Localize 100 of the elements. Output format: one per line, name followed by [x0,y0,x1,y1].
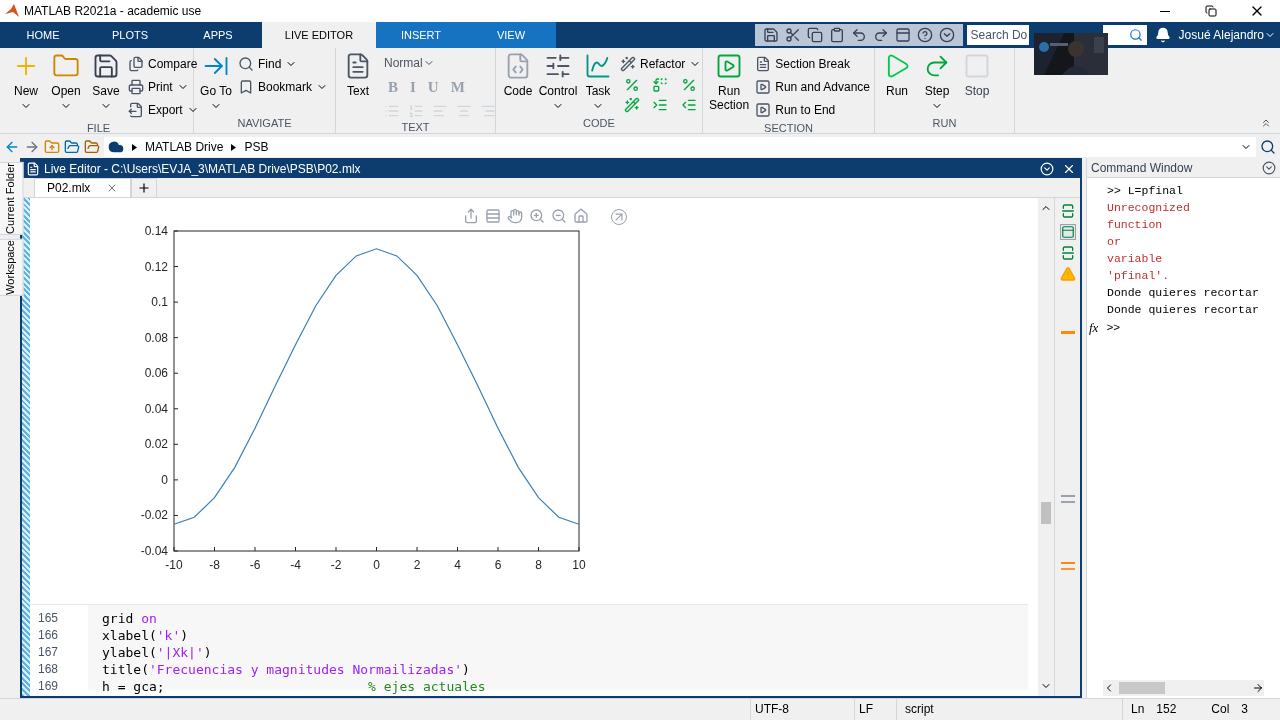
ribbon-small-button[interactable]: Run to End [755,100,870,120]
window-icon[interactable] [894,27,911,43]
warning-icon[interactable] [1059,266,1076,282]
export-icon[interactable] [463,208,479,224]
document-tab[interactable]: P02.mlx [34,178,132,197]
y-tick-label: 0.02 [144,437,168,452]
command-prompt: >> [1106,320,1121,337]
side-tab[interactable]: Workspace [0,238,24,296]
ribbon-small-button[interactable]: Print [128,77,199,97]
ribbon-tab[interactable]: INSERT [376,22,466,48]
output-right-icon[interactable] [1059,224,1076,240]
ribbon-button[interactable]: Task [580,52,616,112]
y-tick-label: 0.1 [151,295,168,310]
breadcrumb-item[interactable]: MATLAB Drive [145,138,224,156]
ribbon-small-button[interactable]: Find [238,54,329,74]
outdent-icon[interactable] [680,97,697,113]
search-icon[interactable] [1260,139,1276,155]
search-button[interactable] [1102,25,1147,45]
clipboard-icon[interactable] [828,27,845,43]
user-menu[interactable]: Josué Alejandro [1178,26,1280,44]
search-field[interactable]: Search Do [966,25,1029,45]
ribbon-small-button[interactable]: Bookmark [238,77,329,97]
ribbon-button[interactable]: Run Section [707,52,752,112]
ribbon-button[interactable]: Open [48,52,84,112]
replace-icon[interactable] [652,77,669,93]
ribbon-button[interactable]: Control [540,52,576,112]
x-tick-label: 2 [413,558,421,572]
x-tick-label: -4 [290,558,301,572]
line-number: 167 [37,644,60,661]
new-tab-button[interactable] [131,178,158,197]
group-title: TEXT [401,119,430,135]
search-icon [238,56,254,72]
ribbon-tab[interactable]: APPS [174,22,262,48]
ribbon-small-button[interactable]: Section Break [755,54,870,74]
line-number: 165 [37,610,60,627]
code-line: title('Frecuencias y magnitudes Normailizadas') [102,661,471,678]
forward-icon[interactable] [24,139,40,155]
folder-icon[interactable] [64,139,80,155]
marker-line [1060,495,1075,497]
ribbon-small-button[interactable]: Export [128,100,199,120]
function-icon[interactable]: fx [1089,318,1099,338]
collapse-icon[interactable] [1260,117,1272,129]
horizontal-scrollbar[interactable] [1103,680,1264,696]
breadcrumb-arrow-icon [132,143,137,151]
browse-folder-icon[interactable] [84,139,100,155]
ribbon-button[interactable]: Save [88,52,124,112]
ribbon-button[interactable]: New [8,52,44,112]
smart-indent-icon[interactable] [624,97,640,113]
redo-icon[interactable] [872,27,889,43]
output-inline-icon[interactable] [1059,203,1076,219]
y-tick-label: -0.04 [140,544,168,558]
ribbon-small-button[interactable]: Run and Advance [755,77,870,97]
copy-icon[interactable] [806,27,823,43]
close-icon[interactable] [1062,162,1076,176]
percent-icon[interactable] [624,77,640,93]
undo-icon[interactable] [850,27,867,43]
ribbon-button[interactable]: Go To [198,52,234,112]
column-label: Col [1211,701,1230,718]
zoom-out-icon[interactable] [551,208,567,224]
ribbon-button[interactable]: Step [919,52,955,112]
cloud-icon [108,139,124,155]
console-line: 'pfinal'. [1107,268,1171,284]
line-label: Ln [1131,701,1145,718]
code-line: h = gca; % ejes actuales [102,678,486,695]
ribbon-tab[interactable]: PLOTS [86,22,174,48]
ribbon-button[interactable]: Run [879,52,915,98]
line-ending-status: LF [854,699,896,720]
x-tick-label: 4 [454,558,461,572]
bell-icon[interactable] [1154,27,1171,43]
scissors-icon[interactable] [784,27,801,43]
vertical-scrollbar[interactable] [1038,198,1054,696]
help-icon[interactable] [916,27,933,43]
pan-hand-icon[interactable] [507,208,523,224]
breadcrumb-arrow-icon [231,143,237,151]
path-field[interactable]: MATLAB Drive PSB [104,137,1256,157]
dropdown-circle-icon[interactable] [938,27,955,43]
data-tips-icon[interactable] [485,208,501,224]
ribbon-button[interactable]: Code [500,52,536,98]
ribbon-tab[interactable]: VIEW [466,22,556,48]
x-tick-label: -2 [330,558,342,572]
folder-up-icon[interactable] [44,139,60,155]
panel-title: Command Window [1091,159,1193,177]
indent-icon[interactable] [652,97,669,113]
console-line: variable [1107,251,1164,267]
x-tick-label: 6 [494,558,502,572]
side-tab[interactable]: Current Folder [0,162,24,235]
ribbon-small-button[interactable]: Compare [128,54,199,74]
zoom-in-icon[interactable] [529,208,545,224]
marker-line [1060,562,1075,564]
ribbon-small-button[interactable]: Refactor [620,54,702,74]
x-tick-label: -8 [209,558,220,572]
x-tick-label: -6 [249,558,261,572]
hide-code-icon[interactable] [1059,245,1076,261]
logo-icon [4,3,20,19]
home-icon[interactable] [573,208,589,224]
back-icon[interactable] [4,139,20,155]
dropdown-circle-icon[interactable] [1262,160,1276,175]
ribbon-tab[interactable]: LIVE EDITOR [262,22,376,48]
breadcrumb-item[interactable]: PSB [244,138,269,156]
ribbon-tab[interactable]: HOME [0,22,86,48]
